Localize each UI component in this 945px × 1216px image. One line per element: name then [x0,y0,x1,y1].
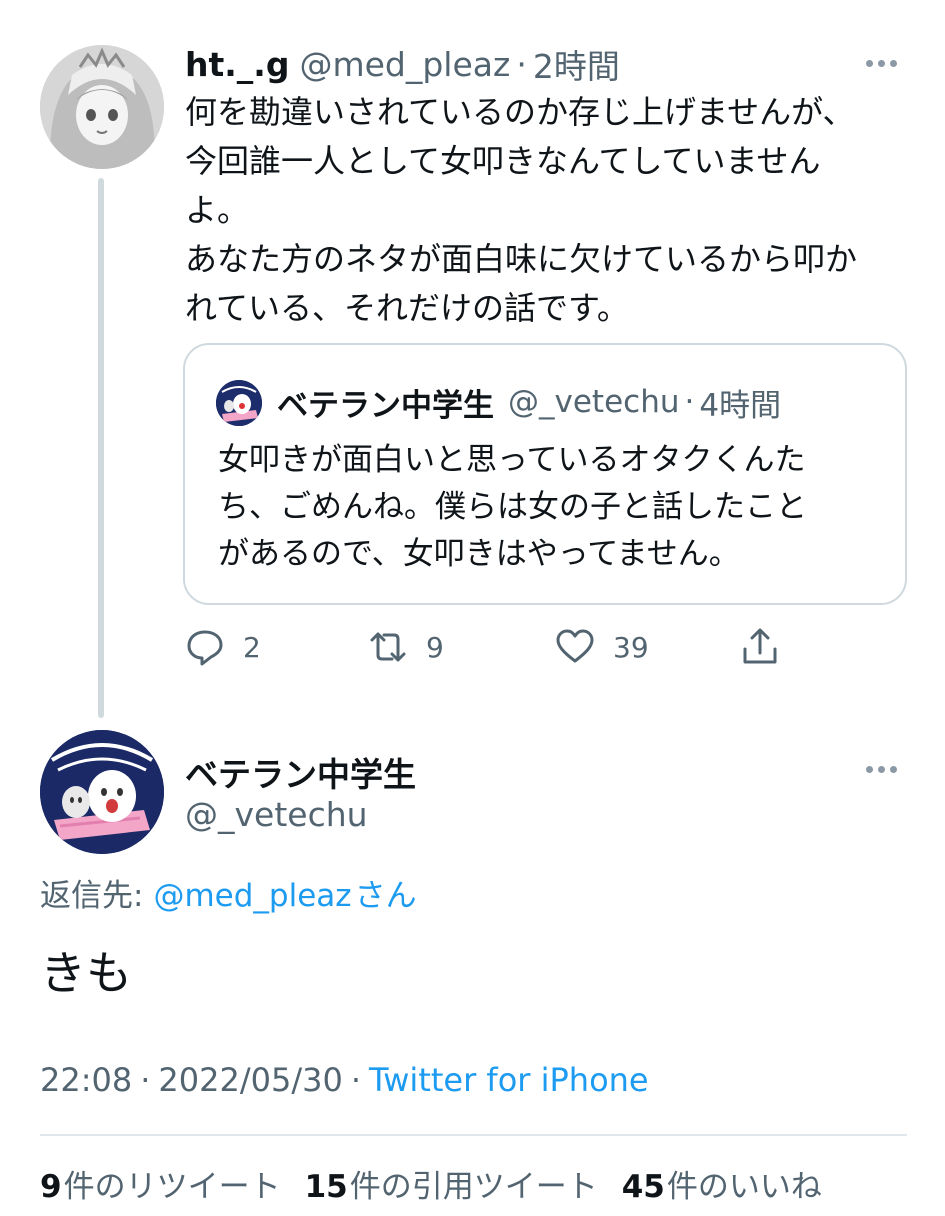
retweet-icon [370,632,406,662]
likes-stat[interactable]: 45件のいいね [622,1161,822,1206]
avatar[interactable] [40,730,164,854]
separator-dot: · [350,1061,361,1099]
tweet1-text: 何を勘違いされているのか存じ上げませんが、 今回誰一人として女叩きなんてしていま… [185,88,905,333]
tweet-text: きも [40,946,132,1000]
tweet-time[interactable]: 2時間 [533,40,620,88]
author-name[interactable]: ベテラン中学生 [185,748,416,796]
reply-icon [187,630,223,666]
retweet-count: 9 [426,630,444,664]
tweet-meta: 22:08 · 2022/05/30 · Twitter for iPhone [40,1061,649,1099]
author-handle[interactable]: @_vetechu [185,795,368,834]
quote-text-line: があるので、女叩きはやってません。 [218,536,740,572]
tweet1-header: ht._.g @med_pleaz · 2時間 [185,40,905,88]
quoted-tweet-card[interactable]: ベテラン中学生 @_vetechu · 4時間 女叩きが面白いと思っているオタク… [183,343,907,605]
author-handle[interactable]: @med_pleaz [299,45,510,84]
tweet-thread-page: ht._.g @med_pleaz · 2時間 何を勘違いされているのか存じ上げ… [0,0,945,1216]
reply-count: 2 [243,630,261,664]
share-icon [743,628,777,664]
reply-button[interactable]: 2 [185,622,261,672]
retweet-button[interactable]: 9 [368,622,444,672]
like-button[interactable]: 39 [555,622,649,672]
quote-author-handle: @_vetechu [508,384,680,420]
separator-dot: · [516,44,527,84]
avatar-cartoon-icon [216,380,262,426]
share-button[interactable] [740,622,780,672]
author-name[interactable]: ht._.g [185,45,289,84]
like-count: 39 [613,630,649,664]
tweet-text-line: 今回誰一人として女叩きなんてしていません [185,142,821,180]
more-options-icon[interactable] [866,766,897,773]
tweet-text-line: 何を勘違いされているのか存じ上げませんが、 [185,93,855,131]
avatar[interactable] [40,45,164,169]
avatar-anime-girl-icon [40,45,164,169]
quote-tweets-stat[interactable]: 15件の引用ツイート [305,1161,598,1206]
more-options-icon[interactable] [866,60,897,67]
divider [40,1134,907,1136]
tweet-text-line: あなた方のネタが面白味に欠けているから叩か [185,240,858,278]
tweet-text-line: れている、それだけの話です。 [185,289,629,327]
tweet-date[interactable]: 2022/05/30 [158,1061,342,1099]
reply-to-line: 返信先: @med_pleaz さん [40,870,417,915]
quote-author-name: ベテラン中学生 [277,387,494,424]
retweets-stat[interactable]: 9件のリツイート [40,1161,281,1206]
tweet1-action-bar: 2 9 39 [185,622,805,672]
reply-to-handle-link[interactable]: @med_pleaz さん [153,878,416,914]
tweet-text-line: よ。 [185,191,250,229]
avatar-cartoon-icon [40,730,164,854]
quote-avatar [216,380,262,426]
heart-icon [556,629,594,663]
tweet-source-link[interactable]: Twitter for iPhone [369,1061,649,1099]
quote-header: ベテラン中学生 @_vetechu · 4時間 [277,379,781,425]
separator-dot: · [684,384,695,420]
quote-time: 4時間 [699,387,782,424]
tweet-stats: 9件のリツイート 15件の引用ツイート 45件のいいね [40,1161,846,1206]
tweet-time[interactable]: 22:08 [40,1061,132,1099]
quote-text: 女叩きが面白いと思っているオタクくんた ち、ごめんね。僕らは女の子と話したこと … [218,437,888,578]
reply-to-label: 返信先: [40,878,144,914]
quote-text-line: 女叩きが面白いと思っているオタクくんた [218,442,806,478]
separator-dot: · [140,1061,151,1099]
thread-connector-line [98,178,104,718]
quote-text-line: ち、ごめんね。僕らは女の子と話したこと [218,489,807,525]
